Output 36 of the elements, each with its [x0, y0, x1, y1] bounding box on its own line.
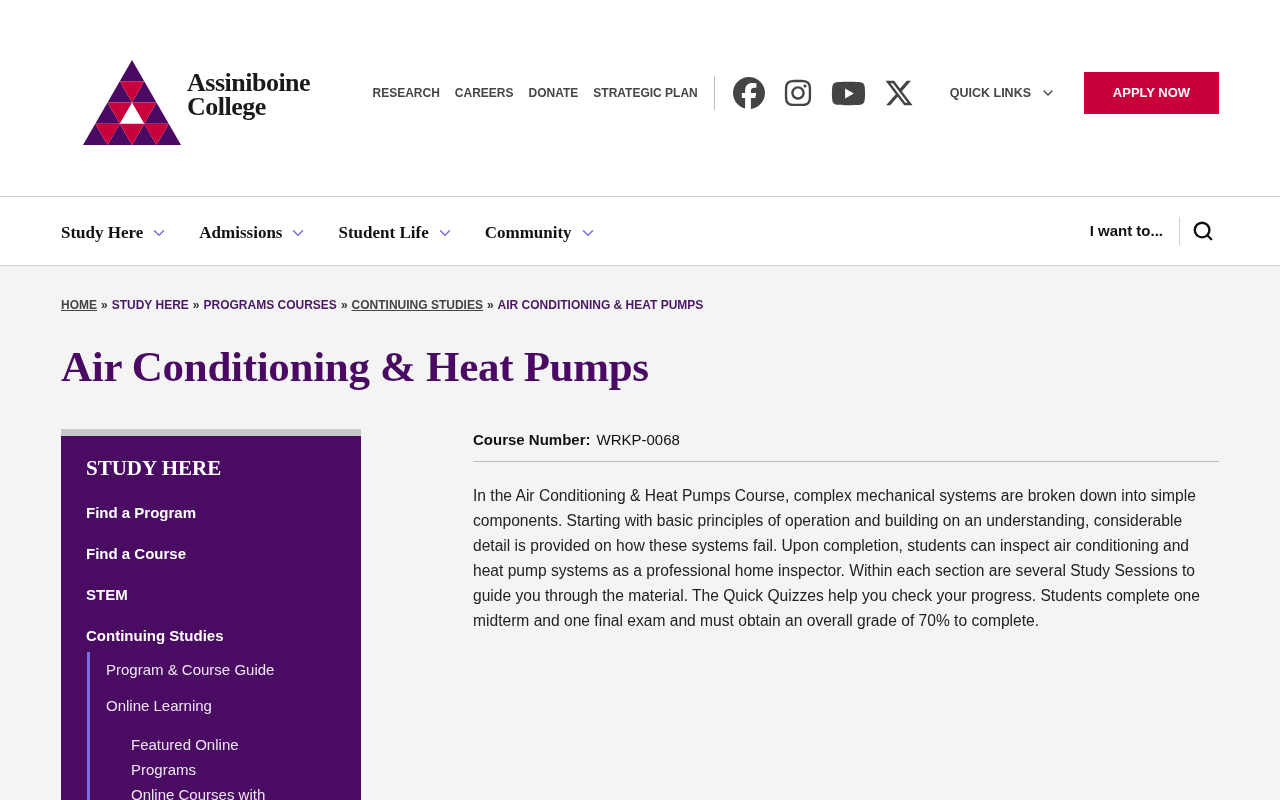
instagram-icon[interactable]	[782, 78, 813, 108]
breadcrumb-separator: »	[485, 297, 495, 313]
search-icon	[1192, 220, 1214, 242]
quick-links-button[interactable]: QUICK LINKS	[949, 83, 1056, 103]
breadcrumb-link[interactable]: PROGRAMS COURSES	[203, 297, 337, 313]
breadcrumb-separator: »	[191, 297, 201, 313]
breadcrumb-link[interactable]: STUDY HERE	[111, 297, 189, 313]
course-number-label: Course Number:	[473, 430, 591, 450]
breadcrumb-link[interactable]: AIR CONDITIONING & HEAT PUMPS	[497, 297, 704, 313]
nav-menu-item[interactable]: Community	[484, 220, 597, 246]
utility-link[interactable]: STRATEGIC PLAN	[593, 84, 698, 102]
page-title: Air Conditioning & Heat Pumps	[61, 342, 650, 392]
nav-menu-item[interactable]: Study Here	[61, 220, 169, 246]
course-description: In the Air Conditioning & Heat Pumps Course, complex mechanical systems are broken down into simple components. Starting with basic principles of operation and building on an understanding, considerable detail is provided on how these systems fail. Upon completion, students can inspect air conditioning and heat pump systems as a professional home inspector. Within each section are several Study Sessions to guide you through the material. The Quick Quizzes help you check your progress. Students complete one midterm and one final exam and must obtain an overall grade of 70% to complete.	[473, 485, 1201, 631]
sidebar-link[interactable]: Find a Program	[86, 492, 336, 533]
sidebar-link[interactable]: Featured Online Programs	[131, 732, 291, 782]
utility-link[interactable]: DONATE	[528, 84, 579, 102]
apply-now-button[interactable]: APPLY NOW	[1084, 72, 1219, 114]
course-number-value: WRKP-0068	[596, 430, 680, 450]
sidebar-heading: STUDY HERE	[86, 455, 223, 482]
x-logo-icon[interactable]	[883, 78, 914, 108]
breadcrumb-link[interactable]: CONTINUING STUDIES	[351, 297, 483, 313]
sidebar-link[interactable]: Online Learning	[106, 688, 336, 724]
utility-link[interactable]: RESEARCH	[372, 84, 440, 102]
sidebar-link[interactable]: Online Courses with	[131, 782, 291, 800]
utility-link[interactable]: CAREERS	[454, 84, 514, 102]
breadcrumb-link[interactable]: HOME	[61, 297, 97, 313]
nav-menu-item[interactable]: Student Life	[338, 220, 454, 246]
nav-menu-item[interactable]: Admissions	[199, 220, 308, 246]
sidebar-link[interactable]: STEM	[86, 574, 336, 615]
i-want-to-link[interactable]: I want to...	[1089, 219, 1179, 243]
sidebar-link[interactable]: Find a Course	[86, 533, 336, 574]
logo-wordmark: Assiniboine College	[187, 71, 311, 119]
facebook-icon[interactable]	[732, 77, 765, 109]
breadcrumb-separator: »	[100, 297, 109, 313]
breadcrumb-separator: »	[339, 297, 349, 313]
